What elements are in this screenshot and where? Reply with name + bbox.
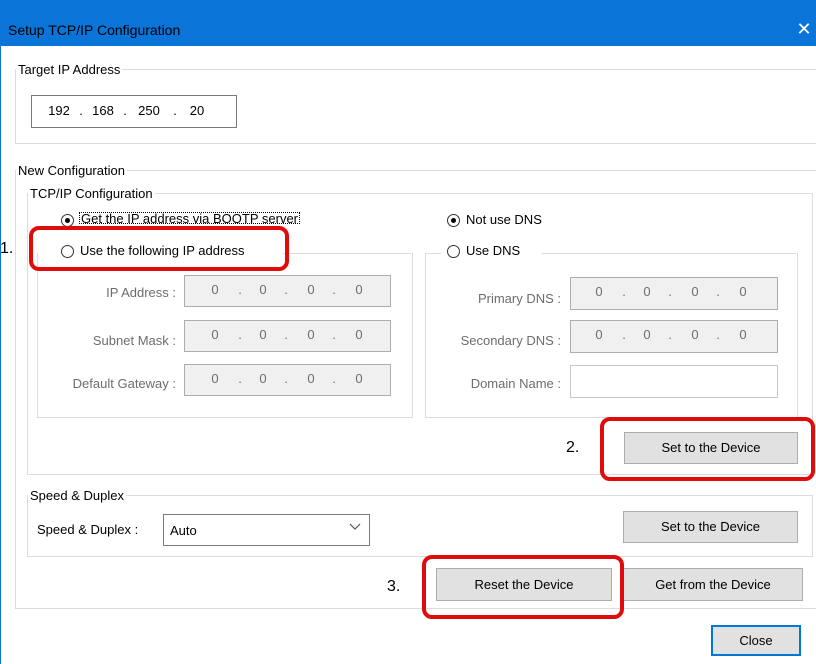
window-border [0,46,1,664]
get-from-device-button-label: Get from the Device [655,577,771,592]
close-icon[interactable]: ✕ [794,18,814,40]
new-config-legend: New Configuration [18,163,125,178]
ip-octet: 0 [211,282,219,297]
ip-dot: . [79,103,83,118]
ip-dot: . [238,371,242,386]
ip-dot: . [238,327,242,342]
set-speed-button[interactable]: Set to the Device [623,511,798,543]
ip-dot: . [123,103,127,118]
ip-octet: 0 [307,282,315,297]
ip-dot: . [622,284,626,299]
ip-octet: 168 [92,103,114,118]
speed-duplex-value: Auto [170,523,197,538]
ip-octet: 192 [48,103,70,118]
ip-octet: 20 [189,103,205,118]
highlight-step-3 [422,555,624,619]
ip-octet: 0 [691,327,699,342]
divider [542,253,796,254]
ip-octet: 0 [739,284,747,299]
ip-octet: 0 [691,284,699,299]
primary-dns-field[interactable]: 0 . 0 . 0 . 0 [570,277,778,310]
ip-dot: . [332,371,336,386]
subnet-mask-field[interactable]: 0 . 0 . 0 . 0 [184,320,391,352]
ip-octet: 0 [595,327,603,342]
ip-octet: 0 [355,371,363,386]
ip-octet: 0 [307,371,315,386]
ip-octet: 0 [355,327,363,342]
ip-dot: . [284,371,288,386]
primary-dns-label: Primary DNS : [477,291,561,306]
speed-duplex-select[interactable]: Auto [163,514,370,546]
highlight-step-1 [29,226,289,271]
ip-octet: 0 [259,282,267,297]
ip-dot: . [332,327,336,342]
ip-dot: . [622,327,626,342]
tcpip-legend: TCP/IP Configuration [30,186,153,201]
domain-name-label: Domain Name : [470,376,561,391]
ip-octet: 0 [643,327,651,342]
get-from-device-button[interactable]: Get from the Device [623,568,803,601]
close-button[interactable]: Close [711,625,801,656]
ip-address-label: IP Address : [106,285,176,300]
ip-dot: . [668,284,672,299]
ip-octet: 0 [211,327,219,342]
ip-octet: 0 [355,282,363,297]
ip-dot: . [716,284,720,299]
ip-octet: 0 [259,371,267,386]
subnet-mask-label: Subnet Mask : [92,333,176,348]
highlight-step-2 [600,417,815,481]
ip-octet: 0 [259,327,267,342]
ip-address-field[interactable]: 0 . 0 . 0 . 0 [184,275,391,307]
annotation-3: 3. [387,578,401,595]
default-gateway-field[interactable]: 0 . 0 . 0 . 0 [184,364,391,396]
ip-octet: 0 [643,284,651,299]
ip-dot: . [332,282,336,297]
set-speed-button-label: Set to the Device [661,519,760,534]
close-button-label: Close [739,633,773,648]
window-title: Setup TCP/IP Configuration [8,22,181,38]
ip-dot: . [668,327,672,342]
chevron-down-icon [349,520,361,535]
speed-duplex-label: Speed & Duplex : [37,522,139,537]
ip-dot: . [238,282,242,297]
secondary-dns-field[interactable]: 0 . 0 . 0 . 0 [570,320,778,353]
ip-dot: . [284,282,288,297]
radio-not-use-dns-label[interactable]: Not use DNS [466,212,542,227]
secondary-dns-label: Secondary DNS : [460,333,561,348]
target-ip-field[interactable]: 192 . 168 . 250 . 20 [31,95,237,128]
ip-octet: 0 [739,327,747,342]
annotation-1: 1. [0,240,14,257]
domain-name-field[interactable] [570,365,778,398]
ip-octet: 250 [138,103,160,118]
default-gateway-label: Default Gateway : [72,376,176,391]
divider [425,253,441,254]
ip-dot: . [284,327,288,342]
ip-octet: 0 [307,327,315,342]
radio-not-use-dns[interactable] [447,214,460,227]
speed-duplex-legend: Speed & Duplex [30,488,124,503]
ip-octet: 0 [595,284,603,299]
radio-bootp-label[interactable]: Get the IP address via BOOTP server [79,212,301,224]
ip-dot: . [716,327,720,342]
ip-octet: 0 [211,371,219,386]
annotation-2: 2. [566,439,580,456]
divider [283,253,411,254]
target-ip-legend: Target IP Address [18,62,121,77]
ip-dot: . [173,103,177,118]
